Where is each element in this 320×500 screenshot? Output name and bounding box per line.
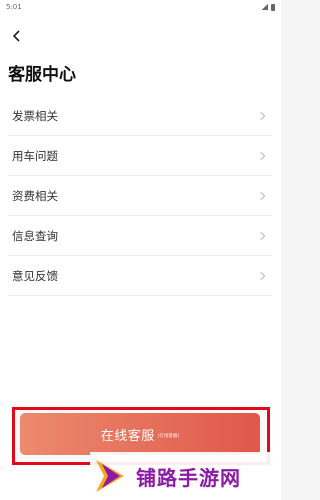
chevron-right-icon	[256, 111, 266, 120]
chevron-left-icon	[12, 30, 20, 42]
service-menu-list: 发票相关 用车问题 资费相关 信息查询 意见反馈	[8, 96, 272, 296]
menu-item-feedback[interactable]: 意见反馈	[8, 256, 272, 296]
online-service-note: (在线客服)	[157, 433, 180, 439]
chevron-right-icon	[256, 271, 266, 280]
menu-item-fees[interactable]: 资费相关	[8, 176, 272, 216]
menu-item-label: 用车问题	[12, 148, 58, 163]
chevron-right-icon	[256, 191, 266, 200]
menu-item-label: 信息查询	[12, 228, 58, 243]
chevron-right-icon	[256, 151, 266, 160]
online-service-button[interactable]: 在线客服 (在线客服)	[20, 413, 260, 455]
status-time: 5:01	[6, 3, 22, 11]
watermark-text: 铺路手游网	[136, 465, 241, 490]
page-title: 客服中心	[8, 65, 76, 85]
menu-item-car-usage[interactable]: 用车问题	[8, 136, 272, 176]
signal-icon	[261, 4, 268, 10]
status-icons	[261, 3, 275, 11]
menu-item-info-query[interactable]: 信息查询	[8, 216, 272, 256]
watermark-logo-icon	[96, 460, 124, 492]
back-button[interactable]	[12, 28, 28, 48]
online-service-label: 在线客服	[100, 428, 155, 444]
chevron-right-icon	[256, 231, 266, 240]
menu-item-label: 发票相关	[12, 108, 58, 123]
menu-item-invoice[interactable]: 发票相关	[8, 96, 272, 136]
battery-icon	[271, 3, 275, 11]
watermark: 铺路手游网	[90, 452, 281, 500]
menu-item-label: 意见反馈	[12, 268, 58, 283]
status-bar: 5:01	[0, 0, 281, 14]
app-screen: 5:01 客服中心 发票相关 用车问题 资费相关 信息查询 意见反馈 在线客服 …	[0, 0, 281, 500]
menu-item-label: 资费相关	[12, 188, 58, 203]
